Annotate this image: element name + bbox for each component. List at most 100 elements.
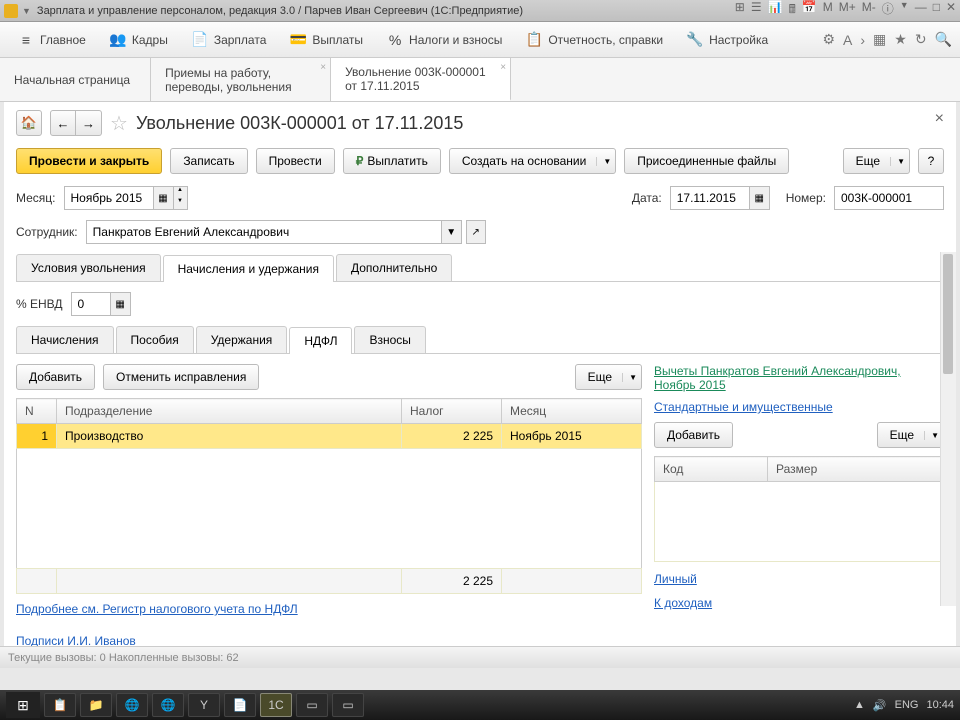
standard-deductions-link[interactable]: Стандартные и имущественные — [654, 400, 833, 414]
table-footer: 2 225 — [17, 569, 642, 594]
signatures-link[interactable]: Подписи И.И. Иванов — [16, 634, 136, 646]
tb-icon-mplus[interactable]: M+ — [839, 0, 856, 21]
post-and-close-button[interactable]: Провести и закрыть — [16, 148, 162, 174]
subtab-ndfl[interactable]: НДФЛ — [289, 327, 352, 354]
calendar-icon[interactable]: ▦ — [750, 186, 770, 210]
start-button[interactable]: ⊞ — [6, 692, 40, 718]
taskbar-app-6[interactable]: 📄 — [224, 693, 256, 717]
window-minimize-icon[interactable]: — — [915, 0, 927, 21]
window-maximize-icon[interactable]: □ — [933, 0, 940, 21]
calc-icon[interactable]: ▦ — [111, 292, 131, 316]
col-n[interactable]: N — [17, 399, 57, 424]
income-link[interactable]: К доходам — [654, 596, 712, 610]
help-button[interactable]: ? — [918, 148, 944, 174]
home-button[interactable]: 🏠 — [16, 110, 42, 136]
right-add-button[interactable]: Добавить — [654, 422, 733, 448]
col-tax[interactable]: Налог — [402, 399, 502, 424]
tab-priemy[interactable]: Приемы на работу, переводы, увольнения× — [151, 58, 331, 101]
more-button[interactable]: Еще — [843, 148, 910, 174]
taskbar-app-1[interactable]: 📋 — [44, 693, 76, 717]
tab-nachisleniya[interactable]: Начисления и удержания — [163, 255, 334, 282]
chevron-right-icon[interactable]: › — [860, 32, 865, 48]
text-a-icon[interactable]: A — [843, 32, 852, 48]
col-code[interactable]: Код — [655, 457, 768, 482]
subtab-vznosy[interactable]: Взносы — [354, 326, 425, 353]
tab-dopolnitelno[interactable]: Дополнительно — [336, 254, 452, 281]
tb-icon-2[interactable]: ☰ — [751, 0, 762, 21]
tb-icon-drop[interactable]: ▼ — [900, 0, 909, 21]
dropdown-icon[interactable]: ▼ — [442, 220, 462, 244]
star-icon[interactable]: ★ — [894, 31, 907, 48]
personal-link[interactable]: Личный — [654, 572, 697, 586]
cancel-fix-button[interactable]: Отменить исправления — [103, 364, 259, 390]
window-close-icon[interactable]: ✕ — [946, 0, 956, 21]
close-icon[interactable]: × — [500, 62, 506, 73]
subtab-nachisleniya[interactable]: Начисления — [16, 326, 114, 353]
open-icon[interactable]: ↗ — [466, 220, 486, 244]
taskbar-app-3[interactable]: 🌐 — [116, 693, 148, 717]
employee-input[interactable] — [86, 220, 442, 244]
close-page-button[interactable]: × — [935, 110, 944, 128]
pay-button[interactable]: ₽Выплатить — [343, 148, 441, 174]
col-size[interactable]: Размер — [768, 457, 944, 482]
post-button[interactable]: Провести — [256, 148, 335, 174]
register-link[interactable]: Подробнее см. Регистр налогового учета п… — [16, 602, 298, 616]
month-input[interactable] — [64, 186, 154, 210]
tray-lang[interactable]: ENG — [895, 699, 919, 711]
tray-time[interactable]: 10:44 — [926, 699, 954, 711]
calendar-icon[interactable]: ▦ — [154, 186, 174, 210]
tray-volume-icon[interactable]: 🔊 — [873, 699, 887, 712]
taskbar-app-4[interactable]: 🌐 — [152, 693, 184, 717]
col-month[interactable]: Месяц — [502, 399, 642, 424]
tb-icon-m[interactable]: M — [823, 0, 833, 21]
col-dept[interactable]: Подразделение — [57, 399, 402, 424]
menu-otchetnost[interactable]: 📋Отчетность, справки — [516, 26, 673, 54]
right-more-button[interactable]: Еще — [877, 422, 944, 448]
menu-vyplaty[interactable]: 💳Выплаты — [280, 26, 373, 54]
taskbar-app-8[interactable]: ▭ — [296, 693, 328, 717]
menu-main[interactable]: ≡Главное — [8, 26, 96, 54]
menu-kadry[interactable]: 👥Кадры — [100, 26, 178, 54]
tb-icon-1[interactable]: ⊞ — [735, 0, 745, 21]
tab-usloviya[interactable]: Условия увольнения — [16, 254, 161, 281]
date-input[interactable] — [670, 186, 750, 210]
apps-icon[interactable]: ▦ — [873, 31, 886, 48]
tab-start-page[interactable]: Начальная страница — [0, 58, 151, 101]
tb-icon-mminus[interactable]: M- — [862, 0, 876, 21]
attached-files-button[interactable]: Присоединенные файлы — [624, 148, 789, 174]
tb-icon-info[interactable]: ⓘ — [882, 0, 894, 21]
menu-nastroyka[interactable]: 🔧Настройка — [677, 26, 778, 54]
people-icon: 👥 — [110, 32, 126, 48]
tab-uvolnenie[interactable]: Увольнение 003К-000001 от 17.11.2015× — [331, 58, 511, 101]
month-spinner[interactable]: ▲▼ — [174, 186, 188, 210]
search-icon[interactable]: 🔍 — [935, 31, 952, 48]
back-button[interactable]: ← — [50, 110, 76, 136]
table-row[interactable]: 1 Производство 2 225 Ноябрь 2015 — [17, 424, 642, 449]
history-icon[interactable]: ↻ — [915, 31, 927, 48]
taskbar-app-1c[interactable]: 1C — [260, 693, 292, 717]
menu-zarplata[interactable]: 📄Зарплата — [182, 26, 277, 54]
tray-icon-1[interactable]: ▲ — [854, 699, 865, 711]
subtab-uderzhaniya[interactable]: Удержания — [196, 326, 288, 353]
taskbar-app-2[interactable]: 📁 — [80, 693, 112, 717]
deductions-title-link[interactable]: Вычеты Панкратов Евгений Александрович, … — [654, 364, 944, 392]
tb-icon-5[interactable]: 📅 — [802, 0, 817, 21]
add-row-button[interactable]: Добавить — [16, 364, 95, 390]
taskbar-app-9[interactable]: ▭ — [332, 693, 364, 717]
subtab-posobiya[interactable]: Пособия — [116, 326, 194, 353]
create-based-button[interactable]: Создать на основании — [449, 148, 616, 174]
table-more-button[interactable]: Еще — [575, 364, 642, 390]
number-input[interactable] — [834, 186, 944, 210]
envd-input[interactable] — [71, 292, 111, 316]
close-icon[interactable]: × — [320, 62, 326, 73]
forward-button[interactable]: → — [76, 110, 102, 136]
tb-icon-4[interactable]: 🖩 — [789, 0, 796, 21]
menu-nalogi[interactable]: %Налоги и взносы — [377, 26, 512, 54]
taskbar-app-5[interactable]: Y — [188, 693, 220, 717]
tb-icon-3[interactable]: 📊 — [768, 0, 783, 21]
favorite-button[interactable]: ☆ — [110, 111, 128, 136]
dropdown-icon[interactable]: ▼ — [22, 6, 31, 16]
gear-icon[interactable]: ⚙ — [822, 31, 835, 48]
vertical-scrollbar[interactable] — [940, 252, 956, 606]
record-button[interactable]: Записать — [170, 148, 247, 174]
